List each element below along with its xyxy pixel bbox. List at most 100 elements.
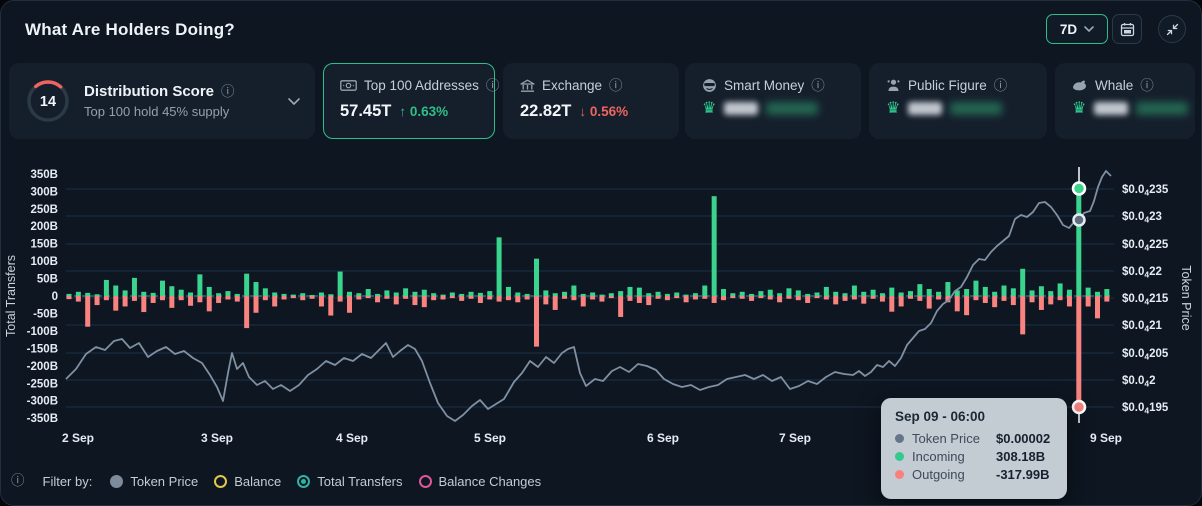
crown-icon: ♛ [1072,102,1086,115]
tooltip-value: $0.00002 [996,431,1050,446]
tooltip-row-incoming: Incoming 308.18B [895,449,1053,464]
card-exchange[interactable]: Exchange ⓘ 22.82T ↓ 0.56% [503,63,679,139]
svg-text:$0.04235: $0.04235 [1122,184,1169,198]
svg-text:$0.0421: $0.0421 [1122,320,1163,334]
filter-balance-changes[interactable]: Balance Changes [419,474,542,489]
tooltip-label: Incoming [912,449,996,464]
card-title: Distribution Score [84,83,214,100]
svg-text:$0.0423: $0.0423 [1122,211,1162,225]
bank-icon [520,79,535,93]
svg-text:-350B: -350B [27,413,58,425]
outgoing-dot-icon [895,470,904,479]
y-axis-left-title: Total Transfers [4,255,18,337]
card-subtitle: Top 100 hold 45% supply [84,104,276,119]
y-axis-left: 350B300B250B200B150B100B50B0-50B-100B-15… [4,169,58,425]
collapse-icon [1166,23,1179,36]
card-change: ↓ 0.56% [579,104,628,119]
blurred-value [908,102,942,115]
range-selector[interactable]: 7D [1046,14,1108,44]
info-icon[interactable]: ⓘ [486,79,500,93]
tooltip-label: Token Price [912,431,996,446]
svg-text:200B: 200B [31,221,59,233]
crown-icon: ♛ [886,102,900,115]
outgoing-marker [1073,401,1085,413]
svg-text:250B: 250B [31,204,59,216]
balance-ring-icon [214,475,227,488]
svg-text:$0.04205: $0.04205 [1122,348,1169,362]
info-icon[interactable]: ⓘ [221,85,235,99]
blurred-change [1136,102,1188,115]
svg-text:$0.04195: $0.04195 [1122,402,1169,416]
tooltip-label: Outgoing [912,467,996,482]
card-title: Public Figure [908,78,987,93]
info-icon[interactable]: ⓘ [609,79,623,93]
svg-text:$0.04215: $0.04215 [1122,293,1169,307]
card-title: Exchange [542,78,602,93]
svg-text:$0.0422: $0.0422 [1122,266,1162,280]
svg-text:-300B: -300B [27,396,58,408]
total-transfers-radio-icon [297,475,310,488]
tooltip-row-outgoing: Outgoing -317.99B [895,467,1053,482]
chevron-down-icon [1084,26,1094,32]
token-price-dot-icon [110,475,123,488]
y-axis-right: $0.04235$0.0423$0.04225$0.0422$0.04215$0… [1122,184,1193,416]
tooltip-value: -317.99B [996,467,1049,482]
whale-icon [1072,79,1088,92]
tooltip-row-price: Token Price $0.00002 [895,431,1053,446]
filter-token-price[interactable]: Token Price [110,474,198,489]
svg-text:-150B: -150B [27,343,58,355]
svg-text:4 Sep: 4 Sep [336,431,368,445]
svg-text:7 Sep: 7 Sep [779,431,811,445]
blurred-change [950,102,1002,115]
svg-text:2 Sep: 2 Sep [62,431,94,445]
crosshair [1073,167,1085,423]
banknote-icon [340,79,357,92]
card-whale[interactable]: Whale ⓘ ♛ [1055,63,1195,139]
filter-label: Token Price [130,474,198,489]
calendar-button[interactable] [1112,14,1142,44]
filter-total-transfers[interactable]: Total Transfers [297,474,402,489]
info-icon[interactable]: ⓘ [811,79,825,93]
y-axis-right-title: Token Price [1179,265,1193,330]
svg-text:-200B: -200B [27,361,58,373]
page-title: What Are Holders Doing? [25,20,235,40]
public-figure-icon [886,78,901,93]
card-title: Smart Money [724,78,804,93]
card-title: Top 100 Addresses [364,78,479,93]
card-smart-money[interactable]: Smart Money ⓘ ♛ [685,63,861,139]
blurred-value [1094,102,1128,115]
card-public-figure[interactable]: Public Figure ⓘ ♛ [869,63,1047,139]
tooltip-header: Sep 09 - 06:00 [895,409,1053,424]
chart-tooltip: Sep 09 - 06:00 Token Price $0.00002 Inco… [881,398,1067,499]
collapse-button[interactable] [1158,15,1186,43]
card-change: ↑ 0.63% [399,104,448,119]
card-title: Whale [1095,78,1133,93]
card-value: 57.45T [340,102,391,121]
svg-text:6 Sep: 6 Sep [647,431,679,445]
svg-text:-250B: -250B [27,378,58,390]
info-icon[interactable]: ⓘ [1140,79,1154,93]
card-distribution-score[interactable]: 14 Distribution Score ⓘ Top 100 hold 45%… [9,63,315,139]
svg-text:50B: 50B [37,274,58,286]
balance-changes-ring-icon [419,475,432,488]
card-value: 22.82T [520,102,571,121]
incoming-dot-icon [895,452,904,461]
svg-text:150B: 150B [31,239,59,251]
svg-text:0: 0 [52,291,58,303]
price-marker [1074,215,1085,226]
svg-text:5 Sep: 5 Sep [474,431,506,445]
info-icon[interactable]: ⓘ [994,79,1008,93]
chevron-down-icon [288,98,300,105]
card-top-100-addresses[interactable]: Top 100 Addresses ⓘ 57.45T ↑ 0.63% [323,63,495,139]
tooltip-value: 308.18B [996,449,1045,464]
crown-icon: ♛ [702,102,716,115]
svg-text:-100B: -100B [27,326,58,338]
holders-panel: What Are Holders Doing? 7D 14 Distributi… [0,0,1202,506]
distribution-score-gauge: 14 [24,77,72,125]
filter-by-label: Filter by: [43,474,93,489]
info-icon[interactable]: ⓘ [11,474,25,488]
filter-balance[interactable]: Balance [214,474,281,489]
svg-text:$0.042: $0.042 [1122,375,1156,389]
calendar-icon [1120,22,1135,37]
svg-text:100B: 100B [31,256,59,268]
